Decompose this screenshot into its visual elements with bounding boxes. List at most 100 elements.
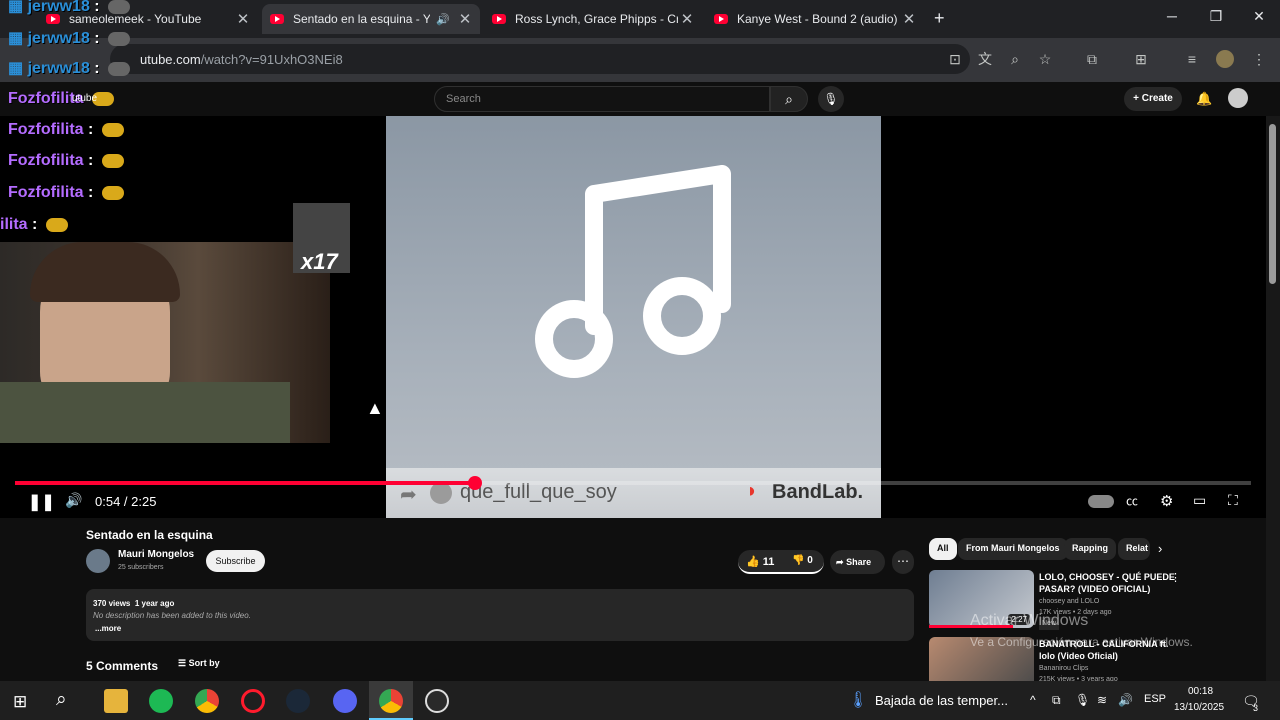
close-tab-icon[interactable]: ✕	[900, 10, 918, 28]
upload-age: 1 year ago	[134, 599, 175, 608]
url-bar[interactable]: utube.com/watch?v=91UxhO3NEi8	[110, 44, 970, 74]
translate-icon[interactable]: 文	[976, 50, 994, 68]
tab-ross-lynch[interactable]: Ross Lynch, Grace Phipps - Crui ✕	[484, 4, 702, 34]
obs-icon[interactable]	[425, 689, 449, 713]
streamer-sweater	[0, 382, 290, 443]
network-icon[interactable]: ≋	[1097, 693, 1107, 707]
chat-sep: :	[88, 184, 94, 201]
close-tab-icon[interactable]: ✕	[234, 10, 252, 28]
dislike-button[interactable]: 👎 0	[792, 555, 813, 566]
chrome-icon[interactable]	[195, 689, 219, 713]
file-explorer-icon[interactable]	[104, 689, 128, 713]
streamer-hair	[30, 242, 180, 302]
close-tab-icon[interactable]: ✕	[678, 10, 696, 28]
description-box[interactable]: 370 views 1 year ago No description has …	[86, 589, 914, 641]
extensions-icon[interactable]: ⧉	[1083, 50, 1101, 68]
emote-icon	[45, 217, 68, 232]
voice-search-button[interactable]: 🎙	[818, 86, 844, 112]
progress-bar[interactable]	[15, 476, 1251, 490]
chat-user: jerww18	[27, 0, 90, 15]
scrollbar-thumb[interactable]	[1269, 124, 1276, 284]
spotify-icon[interactable]	[149, 689, 173, 713]
windows-start-icon[interactable]: ⊞	[13, 692, 27, 712]
microphone-icon[interactable]: 🎙	[1075, 693, 1090, 707]
audio-playing-icon[interactable]: 🔊	[436, 13, 450, 26]
chat-line: Fozfofilita :	[8, 152, 124, 170]
youtube-favicon-icon	[492, 14, 506, 24]
emote-icon	[101, 122, 124, 137]
speaker-icon[interactable]: 🔊	[1118, 693, 1133, 707]
discord-icon[interactable]	[333, 689, 357, 713]
video-artwork	[386, 116, 881, 518]
search-button[interactable]: ⌕	[770, 86, 808, 112]
chat-badge-icon: ▦	[8, 60, 24, 77]
emote-icon	[101, 185, 124, 200]
subscribe-button[interactable]: Subscribe	[206, 550, 265, 572]
rec-title: LOLO, CHOOSEY - QUÉ PUEDE PASAR? (VIDEO …	[1039, 572, 1175, 594]
chip-related[interactable]: Relat	[1118, 538, 1150, 560]
video-title: Sentado en la esquina	[86, 528, 213, 542]
fullscreen-icon[interactable]: ⛶	[1228, 492, 1238, 509]
time-total: 2:25	[131, 494, 157, 509]
chip-rapping[interactable]: Rapping	[1064, 538, 1116, 560]
new-tab-button[interactable]: +	[934, 8, 945, 29]
clock-date[interactable]: 13/10/2025	[1174, 702, 1224, 713]
chat-user: Fozfofilita	[8, 121, 84, 138]
close-window-button[interactable]: ✕	[1239, 8, 1279, 25]
install-app-icon[interactable]: ⊡	[946, 50, 964, 68]
rec-menu-icon[interactable]: ⋮	[1170, 571, 1181, 584]
tab-title: Sentado en la esquina - YouTube	[293, 12, 430, 26]
close-tab-icon[interactable]: ✕	[456, 10, 474, 28]
chat-sep: :	[94, 30, 100, 47]
maximize-button[interactable]: ❐	[1196, 8, 1236, 25]
display-icon[interactable]: ⧉	[1052, 693, 1061, 708]
reading-list-icon[interactable]: ≡	[1183, 50, 1201, 68]
chevron-right-icon[interactable]: ›	[1158, 541, 1162, 556]
clock-time[interactable]: 00:18	[1188, 686, 1213, 697]
page-scrollbar[interactable]	[1266, 116, 1280, 681]
share-button[interactable]: ➦ Share	[830, 550, 885, 574]
captions-icon[interactable]: ㏄	[1126, 492, 1138, 509]
youtube-logo[interactable]: utube	[72, 93, 97, 104]
profile-avatar-icon[interactable]	[1216, 50, 1234, 68]
weather-widget[interactable]: Bajada de las temper...	[875, 693, 1008, 708]
language-indicator[interactable]: ESP	[1144, 693, 1166, 705]
chat-user: jerww18	[27, 30, 90, 47]
opera-icon[interactable]	[241, 689, 265, 713]
tab-title: Kanye West - Bound 2 (audio) -	[737, 12, 900, 26]
media-control-icon[interactable]: ⊞	[1132, 50, 1150, 68]
create-button[interactable]: + Create	[1124, 87, 1182, 111]
account-avatar[interactable]	[1228, 88, 1248, 108]
pause-button[interactable]: ❚❚	[28, 492, 55, 512]
minimize-button[interactable]: ─	[1152, 8, 1192, 24]
search-icon[interactable]: ⌕	[56, 689, 67, 711]
tray-chevron-icon[interactable]: ^	[1030, 693, 1036, 707]
tab-sentado[interactable]: Sentado en la esquina - YouTube 🔊 ✕	[262, 4, 480, 34]
volume-icon[interactable]: 🔊	[65, 492, 82, 509]
bookmark-star-icon[interactable]: ☆	[1036, 50, 1054, 68]
like-dislike-group: 👍 11 👎 0	[738, 550, 824, 574]
theater-mode-icon[interactable]: ▭	[1193, 492, 1206, 509]
like-button[interactable]: 👍 11	[746, 555, 774, 568]
thermometer-icon: 🌡	[848, 692, 869, 709]
settings-gear-icon[interactable]: ⚙	[1160, 492, 1173, 510]
notifications-bell-icon[interactable]: 🔔	[1196, 91, 1212, 107]
tab-kanye[interactable]: Kanye West - Bound 2 (audio) - ✕	[706, 4, 924, 34]
more-actions-icon[interactable]: ⋯	[892, 550, 914, 574]
progress-scrubber[interactable]	[467, 476, 482, 490]
zoom-icon[interactable]: ⌕	[1006, 50, 1024, 68]
sort-by-button[interactable]: ☰ Sort by	[178, 658, 220, 669]
chip-from-channel[interactable]: From Mauri Mongelos	[958, 538, 1068, 560]
channel-name[interactable]: Mauri Mongelos	[118, 549, 194, 560]
channel-avatar[interactable]	[86, 549, 110, 573]
view-count: 370 views	[93, 599, 131, 608]
show-more-link[interactable]: ...more	[95, 624, 121, 633]
chat-line: ▦ jerww18 :	[8, 58, 131, 78]
chrome-icon[interactable]	[379, 689, 403, 713]
chat-badge-icon: ▦	[8, 0, 24, 15]
search-input[interactable]: Search	[434, 86, 770, 112]
autoplay-toggle[interactable]	[1088, 495, 1114, 508]
chip-all[interactable]: All	[929, 538, 957, 560]
steam-icon[interactable]	[286, 689, 310, 713]
browser-menu-icon[interactable]: ⋮	[1250, 50, 1268, 68]
